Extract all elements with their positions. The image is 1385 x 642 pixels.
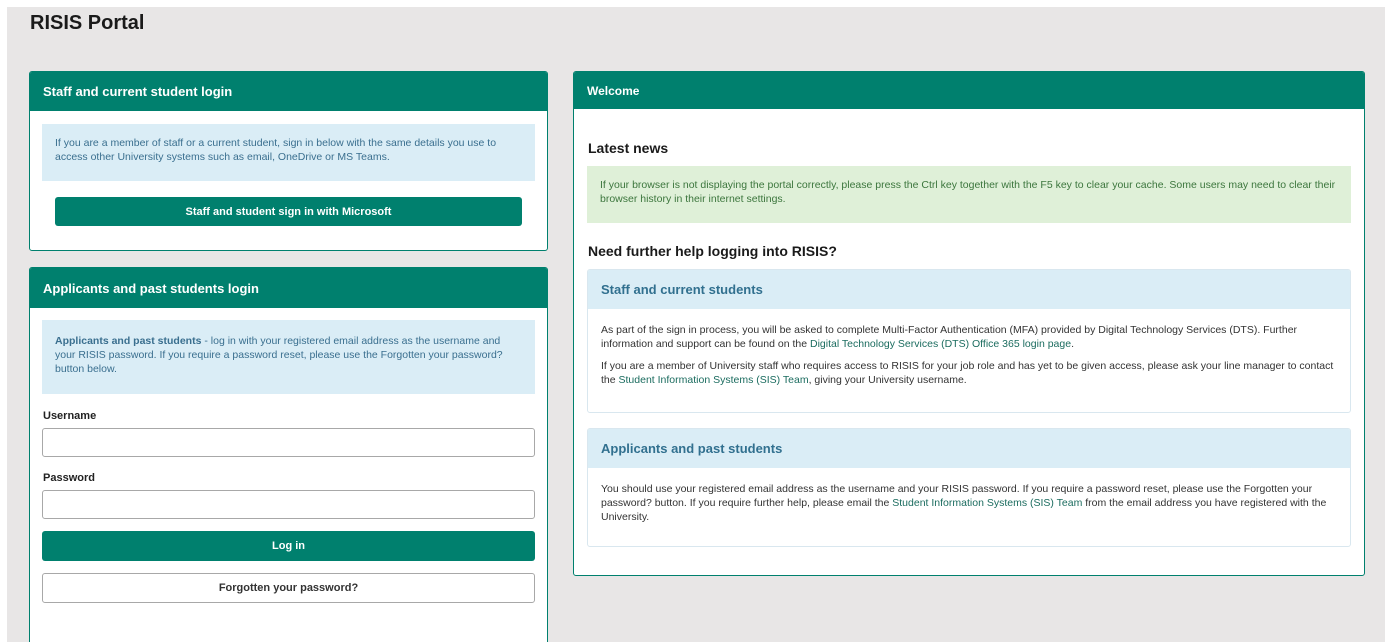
staff-help-card: Staff and current students As part of th… [587, 269, 1351, 413]
applicant-help-body: You should use your registered email add… [588, 468, 1350, 546]
applicant-help-paragraph: You should use your registered email add… [601, 482, 1337, 524]
staff-help-title: Staff and current students [588, 270, 1350, 309]
staff-login-header: Staff and current student login [30, 72, 547, 111]
applicant-login-header: Applicants and past students login [30, 268, 547, 308]
applicant-help-card: Applicants and past students You should … [587, 428, 1351, 547]
applicant-login-panel: Applicants and past students login Appli… [29, 267, 548, 642]
news-alert: If your browser is not displaying the po… [587, 166, 1351, 223]
latest-news-heading: Latest news [588, 140, 669, 156]
password-input[interactable] [42, 490, 535, 519]
username-label: Username [43, 410, 97, 422]
staff-help-paragraph-2: If you are a member of University staff … [601, 359, 1337, 387]
help-heading: Need further help logging into RISIS? [588, 243, 837, 259]
password-label: Password [43, 472, 95, 484]
welcome-panel: Welcome Latest news If your browser is n… [573, 71, 1365, 576]
staff-login-info: If you are a member of staff or a curren… [42, 124, 535, 181]
applicant-help-title: Applicants and past students [588, 429, 1350, 468]
staff-help-paragraph-1: As part of the sign in process, you will… [601, 323, 1337, 351]
applicant-login-info: Applicants and past students - log in wi… [42, 320, 535, 394]
microsoft-sign-in-button[interactable]: Staff and student sign in with Microsoft [55, 197, 522, 226]
staff-p2-end: , giving your University username. [808, 374, 967, 386]
dts-login-link[interactable]: Digital Technology Services (DTS) Office… [810, 338, 1071, 350]
login-button[interactable]: Log in [42, 531, 535, 561]
page-title: RISIS Portal [30, 12, 145, 34]
sis-team-link-staff[interactable]: Student Information Systems (SIS) Team [619, 374, 809, 386]
staff-p1-end: . [1071, 338, 1074, 350]
sis-team-link-applicant[interactable]: Student Information Systems (SIS) Team [892, 497, 1082, 509]
username-input[interactable] [42, 428, 535, 457]
staff-login-panel: Staff and current student login If you a… [29, 71, 548, 251]
applicant-info-bold: Applicants and past students [55, 335, 202, 347]
staff-help-body: As part of the sign in process, you will… [588, 309, 1350, 409]
forgot-password-button[interactable]: Forgotten your password? [42, 573, 535, 603]
welcome-header: Welcome [574, 72, 1364, 109]
